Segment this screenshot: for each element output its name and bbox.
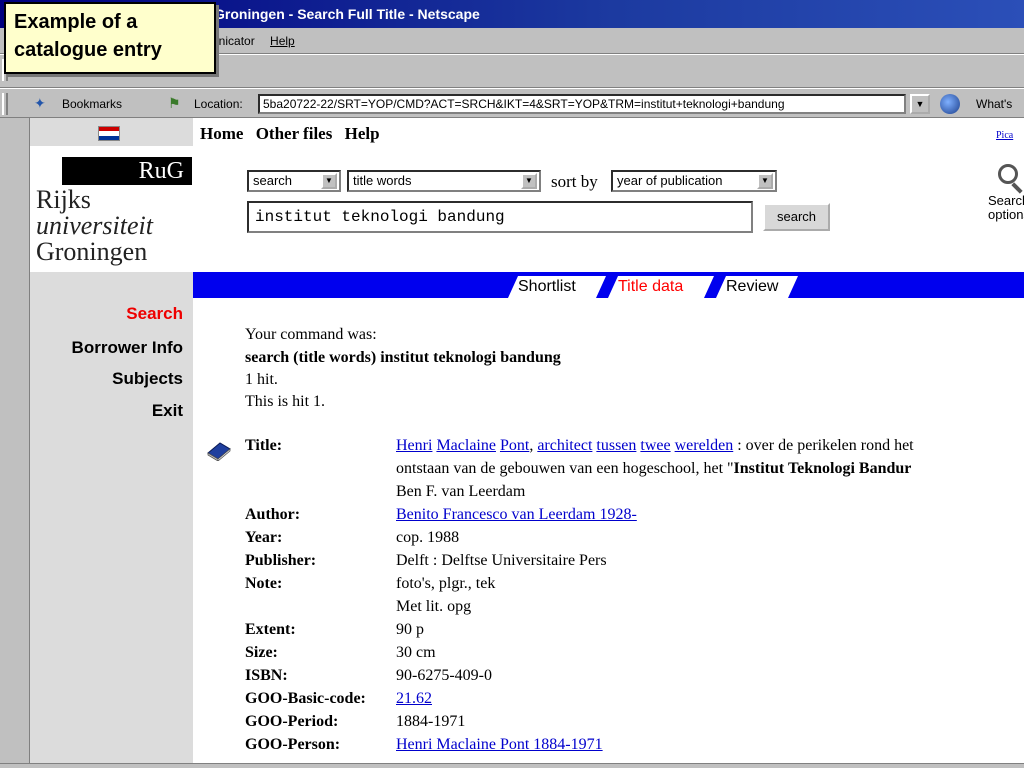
note-value-2: Met lit. opg xyxy=(396,598,472,615)
tab-shortlist[interactable]: Shortlist xyxy=(508,276,606,298)
window-title: Groningen - Search Full Title - Netscape xyxy=(214,6,480,22)
chevron-down-icon[interactable]: ▼ xyxy=(321,173,337,189)
note-value-1: foto's, plgr., tek xyxy=(396,575,496,592)
sidebar-item-exit[interactable]: Exit xyxy=(152,401,183,421)
size-value: 30 cm xyxy=(396,644,436,661)
bookmarks-button[interactable]: Bookmarks xyxy=(62,97,122,111)
search-field-value: title words xyxy=(353,173,412,188)
location-icon: ⚑ xyxy=(168,95,181,111)
search-input[interactable]: institut teknologi bandung xyxy=(247,201,753,233)
logo-line-universiteit: universiteit xyxy=(36,211,153,240)
logo-line-rijks: Rijks xyxy=(36,185,91,214)
tab-title-data[interactable]: Title data xyxy=(608,276,714,298)
title-link-word[interactable]: Maclaine xyxy=(436,437,496,454)
publisher-label: Publisher: xyxy=(245,552,317,569)
goo-person-label: GOO-Person: xyxy=(245,736,341,753)
status-bar xyxy=(0,763,1024,768)
size-label: Size: xyxy=(245,644,278,661)
title-link-word[interactable]: Pont xyxy=(500,437,529,454)
year-label: Year: xyxy=(245,529,283,546)
whats-related-button[interactable]: What's xyxy=(976,97,1012,111)
extent-value: 90 p xyxy=(396,621,424,638)
top-navigation: Home Other files Help xyxy=(200,124,388,144)
magnifier-handle xyxy=(1011,182,1023,194)
location-label: Location: xyxy=(194,97,243,111)
goo-period-label: GOO-Period: xyxy=(245,713,339,730)
isbn-value: 90-6275-409-0 xyxy=(396,667,492,684)
nav-home-link[interactable]: Home xyxy=(200,124,243,143)
current-hit: This is hit 1. xyxy=(245,393,326,410)
flag-stripe-blue xyxy=(99,135,119,140)
logo-line-groningen: Groningen xyxy=(36,237,148,266)
sort-select[interactable]: year of publication ▼ xyxy=(611,170,777,192)
tab-review[interactable]: Review xyxy=(716,276,798,298)
location-grip[interactable] xyxy=(2,93,8,115)
publisher-value: Delft : Delftse Universitaire Pers xyxy=(396,552,607,569)
title-comma: , xyxy=(529,437,534,454)
title-link-word[interactable]: werelden xyxy=(675,437,734,454)
sort-by-label: sort by xyxy=(551,172,598,191)
location-toolbar: ✦ Bookmarks ⚑ Location: 5ba20722-22/SRT=… xyxy=(0,88,1024,118)
title-line-2: ontstaan van de gebouwen van een hogesch… xyxy=(396,460,911,478)
menu-item-help[interactable]: Help xyxy=(270,34,295,48)
sidebar-item-borrower-info[interactable]: Borrower Info xyxy=(72,338,183,358)
title-line-1: Henri Maclaine Pont, architect tussen tw… xyxy=(396,437,914,455)
chevron-down-icon[interactable]: ▼ xyxy=(521,173,537,189)
goo-basic-link[interactable]: 21.62 xyxy=(396,690,432,708)
author-label: Author: xyxy=(245,506,301,523)
dutch-flag-icon[interactable] xyxy=(98,126,120,141)
callout-label: Example of a catalogue entry xyxy=(4,2,216,74)
goo-person-link[interactable]: Henri Maclaine Pont 1884-1971 xyxy=(396,736,603,754)
window-left-strip xyxy=(0,118,30,764)
search-action-value: search xyxy=(253,173,293,188)
bookmarks-icon[interactable]: ✦ xyxy=(34,95,46,112)
title-link-word[interactable]: twee xyxy=(640,437,670,454)
search-options-link[interactable]: Search options xyxy=(988,194,1024,222)
menu-item-communicator[interactable]: unicator xyxy=(212,34,255,48)
pica-link[interactable]: Pica xyxy=(996,130,1013,141)
title-line-3: Ben F. van Leerdam xyxy=(396,483,526,500)
author-link[interactable]: Benito Francesco van Leerdam 1928- xyxy=(396,506,637,524)
isbn-label: ISBN: xyxy=(245,667,288,684)
search-field-select[interactable]: title words ▼ xyxy=(347,170,541,192)
whats-related-icon[interactable] xyxy=(940,94,960,114)
title-label: Title: xyxy=(245,437,283,454)
title-line-2-text: ontstaan van de gebouwen van een hogesch… xyxy=(396,460,734,477)
url-input[interactable]: 5ba20722-22/SRT=YOP/CMD?ACT=SRCH&IKT=4&S… xyxy=(258,94,906,114)
title-rest: : over de perikelen rond het xyxy=(737,437,914,454)
note-label: Note: xyxy=(245,575,283,592)
command-label: Your command was: xyxy=(245,326,377,343)
title-link-word[interactable]: Henri xyxy=(396,437,432,454)
tab-bar xyxy=(193,272,1024,298)
title-link-word[interactable]: architect xyxy=(537,437,592,454)
nav-other-files-link[interactable]: Other files xyxy=(256,124,333,143)
book-icon xyxy=(207,442,231,461)
year-value: cop. 1988 xyxy=(396,529,460,546)
title-line-2-bold: Institut Teknologi Bandur xyxy=(733,460,912,477)
hit-count: 1 hit. xyxy=(245,371,278,388)
command-text: search (title words) institut teknologi … xyxy=(245,349,561,366)
nav-help-link[interactable]: Help xyxy=(345,124,380,143)
goo-basic-label: GOO-Basic-code: xyxy=(245,690,366,707)
url-dropdown-icon[interactable]: ▼ xyxy=(910,94,930,114)
magnifier-icon[interactable] xyxy=(998,164,1018,184)
extent-label: Extent: xyxy=(245,621,296,638)
sort-value: year of publication xyxy=(617,173,723,188)
sidebar-item-search[interactable]: Search xyxy=(126,304,183,324)
search-action-select[interactable]: search ▼ xyxy=(247,170,341,192)
search-button[interactable]: search xyxy=(763,203,830,231)
title-link-word[interactable]: tussen xyxy=(596,437,636,454)
goo-period-value: 1884-1971 xyxy=(396,713,466,730)
rug-logo[interactable]: RuG xyxy=(62,157,192,185)
chevron-down-icon[interactable]: ▼ xyxy=(757,173,773,189)
sidebar-item-subjects[interactable]: Subjects xyxy=(112,369,183,389)
